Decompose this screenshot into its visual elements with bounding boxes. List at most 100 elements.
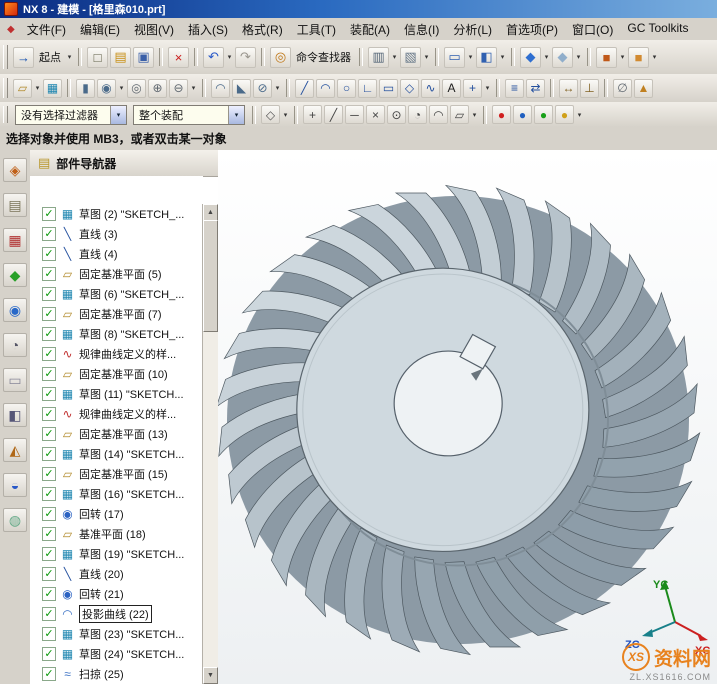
- tree-item[interactable]: ✓▱固定基准平面 (5): [30, 264, 203, 284]
- render-style-dropdown[interactable]: ▾: [574, 53, 583, 61]
- menu-item-2[interactable]: 编辑(E): [73, 19, 127, 40]
- revolve-icon[interactable]: ◉: [97, 79, 116, 98]
- selection-filter-combo-arrow-icon[interactable]: ▾: [110, 106, 126, 124]
- menu-item-7[interactable]: 装配(A): [343, 19, 397, 40]
- feature-checkbox[interactable]: ✓: [42, 347, 56, 361]
- move-object-icon[interactable]: ■: [628, 47, 649, 68]
- part-navigator-tab-icon[interactable]: ▦: [3, 228, 27, 252]
- snap-quadrant-icon[interactable]: ◔: [408, 105, 427, 124]
- boolean-dropdown[interactable]: ▾: [189, 84, 198, 92]
- selection-scope-combo-arrow-icon[interactable]: ▾: [228, 106, 244, 124]
- tree-item[interactable]: ✓╲直线 (4): [30, 244, 203, 264]
- tree-item[interactable]: ✓▦草图 (19) "SKETCH...: [30, 544, 203, 564]
- feature-checkbox[interactable]: ✓: [42, 587, 56, 601]
- feature-checkbox[interactable]: ✓: [42, 547, 56, 561]
- graphics-window[interactable]: YC XC ZC XS 资料网 ZL.XS1616.COM: [218, 150, 717, 684]
- tree-item[interactable]: ✓◠投影曲线 (22): [30, 604, 203, 624]
- feature-checkbox[interactable]: ✓: [42, 667, 56, 681]
- feature-checkbox[interactable]: ✓: [42, 627, 56, 641]
- feature-checkbox[interactable]: ✓: [42, 447, 56, 461]
- tree-item[interactable]: ✓≈扫掠 (25): [30, 664, 203, 684]
- delete-icon[interactable]: ×: [168, 47, 189, 68]
- system-scenes-tab-icon[interactable]: ◍: [3, 508, 27, 532]
- start-icon[interactable]: →: [13, 47, 34, 68]
- system-menu-icon[interactable]: ◆: [2, 24, 20, 35]
- shaded-view-icon[interactable]: ◆: [552, 47, 573, 68]
- feature-checkbox[interactable]: ✓: [42, 247, 56, 261]
- reuse-library-tab-icon[interactable]: ◆: [3, 263, 27, 287]
- trim-body-icon[interactable]: ⊘: [253, 79, 272, 98]
- isometric-view-icon[interactable]: ◆: [520, 47, 541, 68]
- rectangle-icon[interactable]: ▭: [379, 79, 398, 98]
- tree-item[interactable]: ✓▱固定基准平面 (10): [30, 364, 203, 384]
- dimension-icon[interactable]: ↔: [559, 79, 578, 98]
- constraint-icon[interactable]: ⊥: [580, 79, 599, 98]
- display-mode-icon[interactable]: ◧: [476, 47, 497, 68]
- redo-icon[interactable]: ↷: [235, 47, 256, 68]
- more-tools-dropdown[interactable]: ▾: [575, 111, 584, 119]
- arc-icon[interactable]: ◠: [316, 79, 335, 98]
- start-menu-label[interactable]: 起点: [35, 49, 65, 65]
- selection-scope-combo[interactable]: 整个装配▾: [133, 105, 245, 125]
- wcs-dynamics-icon[interactable]: ●: [492, 105, 511, 124]
- feature-checkbox[interactable]: ✓: [42, 407, 56, 421]
- scrollbar-up-button[interactable]: ▲: [203, 204, 218, 221]
- menu-item-10[interactable]: 首选项(P): [499, 19, 565, 40]
- move-object-dropdown[interactable]: ▾: [650, 53, 659, 61]
- process-studio-tab-icon[interactable]: ◧: [3, 403, 27, 427]
- start-menu-dropdown[interactable]: ▾: [65, 53, 74, 61]
- feature-checkbox[interactable]: ✓: [42, 467, 56, 481]
- sketch-icon[interactable]: ▦: [43, 79, 62, 98]
- snap-tangent-icon[interactable]: ◠: [429, 105, 448, 124]
- trim-dropdown[interactable]: ▾: [273, 84, 282, 92]
- circle-icon[interactable]: ○: [337, 79, 356, 98]
- command-finder-label[interactable]: 命令查找器: [292, 49, 355, 65]
- undo-dropdown[interactable]: ▾: [225, 53, 234, 61]
- feature-checkbox[interactable]: ✓: [42, 267, 56, 281]
- internet-explorer-tab-icon[interactable]: ◉: [3, 298, 27, 322]
- snapshot-dropdown[interactable]: ▾: [618, 53, 627, 61]
- menu-item-6[interactable]: 工具(T): [290, 19, 343, 40]
- feature-checkbox[interactable]: ✓: [42, 487, 56, 501]
- feature-checkbox[interactable]: ✓: [42, 287, 56, 301]
- manufacturing-wizard-tab-icon[interactable]: ◭: [3, 438, 27, 462]
- feature-checkbox[interactable]: ✓: [42, 367, 56, 381]
- studio-spline-icon[interactable]: ∿: [421, 79, 440, 98]
- history-tab-icon[interactable]: ◔: [3, 333, 27, 357]
- subtract-icon[interactable]: ⊖: [169, 79, 188, 98]
- mirror-curve-icon[interactable]: ⇄: [526, 79, 545, 98]
- command-finder-icon[interactable]: ◎: [270, 47, 291, 68]
- snap-face-icon[interactable]: ▱: [450, 105, 469, 124]
- polygon-icon[interactable]: ◇: [400, 79, 419, 98]
- point-dialog-icon[interactable]: ●: [534, 105, 553, 124]
- undo-icon[interactable]: ↶: [203, 47, 224, 68]
- feature-checkbox[interactable]: ✓: [42, 327, 56, 341]
- feature-checkbox[interactable]: ✓: [42, 207, 56, 221]
- scrollbar-thumb[interactable]: [203, 220, 218, 332]
- feature-checkbox[interactable]: ✓: [42, 607, 56, 621]
- snap-intersection-icon[interactable]: ×: [366, 105, 385, 124]
- tree-item[interactable]: ✓◉回转 (17): [30, 504, 203, 524]
- feature-checkbox[interactable]: ✓: [42, 387, 56, 401]
- assembly-navigator-tab-icon[interactable]: ◈: [3, 158, 27, 182]
- view-orient-dropdown[interactable]: ▾: [542, 53, 551, 61]
- paste-icon[interactable]: ▧: [400, 47, 421, 68]
- hole-icon[interactable]: ◎: [127, 79, 146, 98]
- text-icon[interactable]: A: [442, 79, 461, 98]
- window-layout-dropdown[interactable]: ▾: [466, 53, 475, 61]
- open-file-icon[interactable]: ▤: [110, 47, 131, 68]
- copy-display-icon[interactable]: ▥: [368, 47, 389, 68]
- feature-checkbox[interactable]: ✓: [42, 507, 56, 521]
- roles-tab-icon[interactable]: ◒: [3, 473, 27, 497]
- datum-plane-icon[interactable]: ▱: [13, 79, 32, 98]
- tree-item[interactable]: ✓▱固定基准平面 (15): [30, 464, 203, 484]
- snap-dropdown[interactable]: ▾: [470, 111, 479, 119]
- snap-point-icon[interactable]: +: [303, 105, 322, 124]
- feature-checkbox[interactable]: ✓: [42, 647, 56, 661]
- scrollbar-down-button[interactable]: ▼: [203, 667, 218, 684]
- part-navigator-header[interactable]: ▤ 部件导航器: [30, 150, 218, 177]
- menu-item-4[interactable]: 插入(S): [181, 19, 235, 40]
- tree-item[interactable]: ✓▱固定基准平面 (13): [30, 424, 203, 444]
- snap-arc-center-icon[interactable]: ⊙: [387, 105, 406, 124]
- display-mode-dropdown[interactable]: ▾: [498, 53, 507, 61]
